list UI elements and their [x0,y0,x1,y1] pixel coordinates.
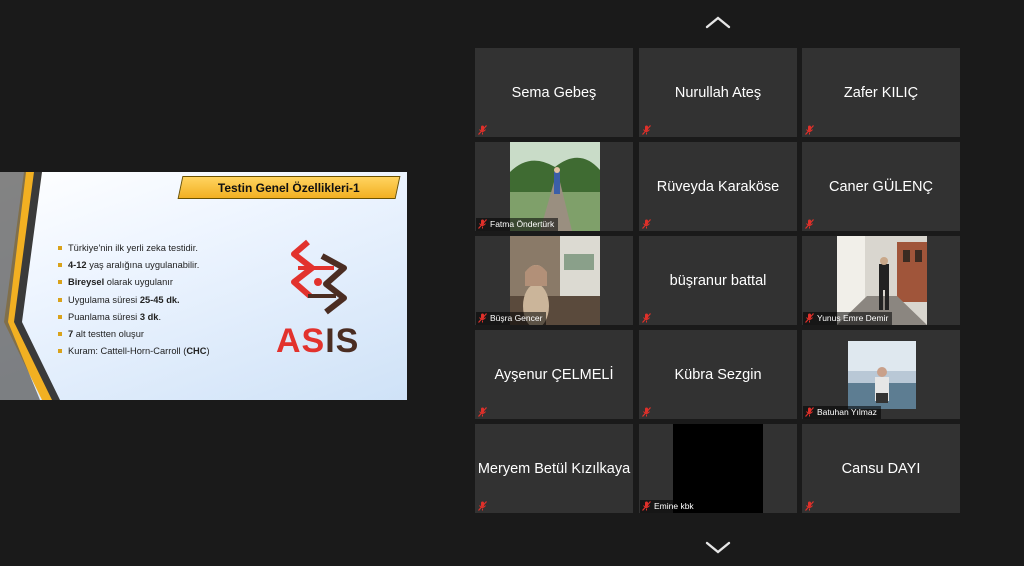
participant-name: Emine kbk [654,501,694,511]
participant-name-label: Yunus Emre Demir [803,312,893,325]
participant-tile[interactable]: Kübra Sezgin [639,330,797,419]
bullet-text: 4-12 [68,260,87,271]
participant-tile[interactable]: Cansu DAYI [802,424,960,513]
bullet-text: . [158,311,162,322]
bullet-text: Uygulama süresi [68,294,140,305]
muted-mic-icon [805,219,814,229]
muted-mic-icon [805,501,814,511]
participant-tile[interactable]: Nurullah Ateş [639,48,797,137]
participant-name: Nurullah Ateş [674,85,762,101]
asis-logo-text: ASIS [276,322,359,361]
slide-bullet-item: Kuram: Cattell-Horn-Carroll (CHC) [58,343,210,360]
slide-bullet-item: Uygulama süresi 25-45 dk. [58,292,210,309]
bullet-text: CHC [186,346,207,357]
participant-name-label: Emine kbk [640,500,698,513]
participant-tile[interactable]: Sema Gebeş [475,48,633,137]
logo-text-part2: IS [325,322,360,360]
participant-tile[interactable]: Ayşenur ÇELMELİ [475,330,633,419]
participant-tile[interactable]: Büşra Gencer [475,236,633,328]
bullet-text: Kuram: Cattell-Horn-Carroll ( [68,346,187,357]
slide-bullet-item: Bireysel olarak uygulanır [58,274,210,291]
participant-tile[interactable]: Caner GÜLENÇ [802,142,960,231]
bullet-text: yaş aralığına uygulanabilir. [86,260,200,271]
participant-tile[interactable]: büşranur battal [639,236,797,325]
bullet-text: Puanlama süresi [68,311,140,322]
participant-name: Zafer KILIÇ [843,85,919,101]
participant-name: büşranur battal [669,273,767,289]
participant-name: Batuhan Yılmaz [817,407,877,417]
muted-mic-icon [478,219,487,229]
participant-name-label: Büşra Gencer [476,312,547,325]
muted-mic-icon [642,501,651,511]
participant-tile[interactable]: Rüveyda Karaköse [639,142,797,231]
participant-tile[interactable]: Fatma Öndertürk [475,142,633,231]
participant-tile[interactable]: Meryem Betül Kızılkaya [475,424,633,513]
participant-tile[interactable]: Batuhan Yılmaz [802,330,960,419]
muted-mic-icon [642,407,651,417]
shared-screen-slide: Testin Genel Özellikleri-1 Türkiye'nin i… [0,172,407,400]
slide-bullet-item: 4-12 yaş aralığına uygulanabilir. [58,257,210,274]
bullet-text: Türkiye'nin ilk yerli zeka testidir. [68,243,198,253]
slide-bullet-item: Puanlama süresi 3 dk. [58,309,210,326]
bullet-text: 25-45 dk. [139,294,180,305]
bullet-text: ) [206,346,210,357]
participant-tile[interactable]: Emine kbk [639,424,797,513]
participant-name: Ayşenur ÇELMELİ [494,367,614,383]
participant-tile[interactable]: Yunus Emre Demir [802,236,960,325]
bullet-text: alt testten oluşur [73,328,144,339]
participant-name-label: Fatma Öndertürk [476,218,559,231]
muted-mic-icon [478,407,487,417]
participant-video [848,341,916,409]
muted-mic-icon [478,313,487,323]
bullet-text: olarak uygulanır [104,277,173,288]
asis-logo-icon [291,239,347,315]
participant-name-label: Batuhan Yılmaz [803,406,881,419]
muted-mic-icon [642,125,651,135]
muted-mic-icon [642,219,651,229]
participant-name: Caner GÜLENÇ [829,179,933,195]
slide-title-banner: Testin Genel Özellikleri-1 [177,176,401,199]
muted-mic-icon [478,501,487,511]
chevron-up-icon[interactable] [704,14,732,30]
participant-name: Yunus Emre Demir [817,313,889,323]
muted-mic-icon [642,313,651,323]
bullet-text: 3 dk [139,311,159,322]
muted-mic-icon [805,407,814,417]
participant-name: Kübra Sezgin [674,367,762,383]
slide-bullet-item: Türkiye'nin ilk yerli zeka testidir. [58,240,210,257]
logo-text-part1: AS [276,322,326,360]
participant-name: Sema Gebeş [511,85,597,101]
participant-name: Cansu DAYI [841,461,921,477]
muted-mic-icon [805,313,814,323]
slide-title: Testin Genel Özellikleri-1 [218,180,360,195]
slide-bullet-list: Türkiye'nin ilk yerli zeka testidir. 4-12… [58,240,210,360]
participant-tile[interactable]: Zafer KILIÇ [802,48,960,137]
participant-name: Meryem Betül Kızılkaya [477,461,631,477]
slide-bullet-item: 7 alt testten oluşur [58,326,210,343]
participant-name: Rüveyda Karaköse [656,179,780,195]
muted-mic-icon [478,125,487,135]
muted-mic-icon [805,125,814,135]
chevron-down-icon[interactable] [704,540,732,556]
participant-name: Büşra Gencer [490,313,543,323]
slide-decorative-stripes [0,172,60,400]
bullet-text: Bireysel [68,277,105,288]
participant-name: Fatma Öndertürk [490,219,555,229]
